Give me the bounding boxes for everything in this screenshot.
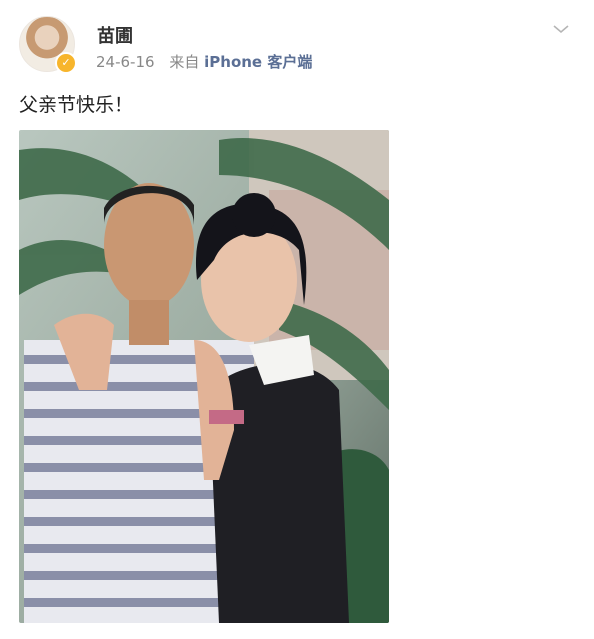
post-photo[interactable] — [19, 130, 389, 623]
source-prefix: 来自 — [169, 53, 200, 71]
source-app-link[interactable]: iPhone 客户端 — [204, 53, 312, 71]
chevron-down-icon[interactable] — [552, 20, 570, 38]
username[interactable]: 苗圃 — [97, 22, 133, 48]
avatar[interactable]: ✓ — [19, 16, 77, 74]
verified-badge-icon: ✓ — [55, 52, 77, 74]
post-date: 24-6-16 — [96, 53, 155, 71]
post-meta: 24-6-16 来自 iPhone 客户端 — [96, 51, 312, 72]
post-text: 父亲节快乐！ — [19, 94, 134, 116]
